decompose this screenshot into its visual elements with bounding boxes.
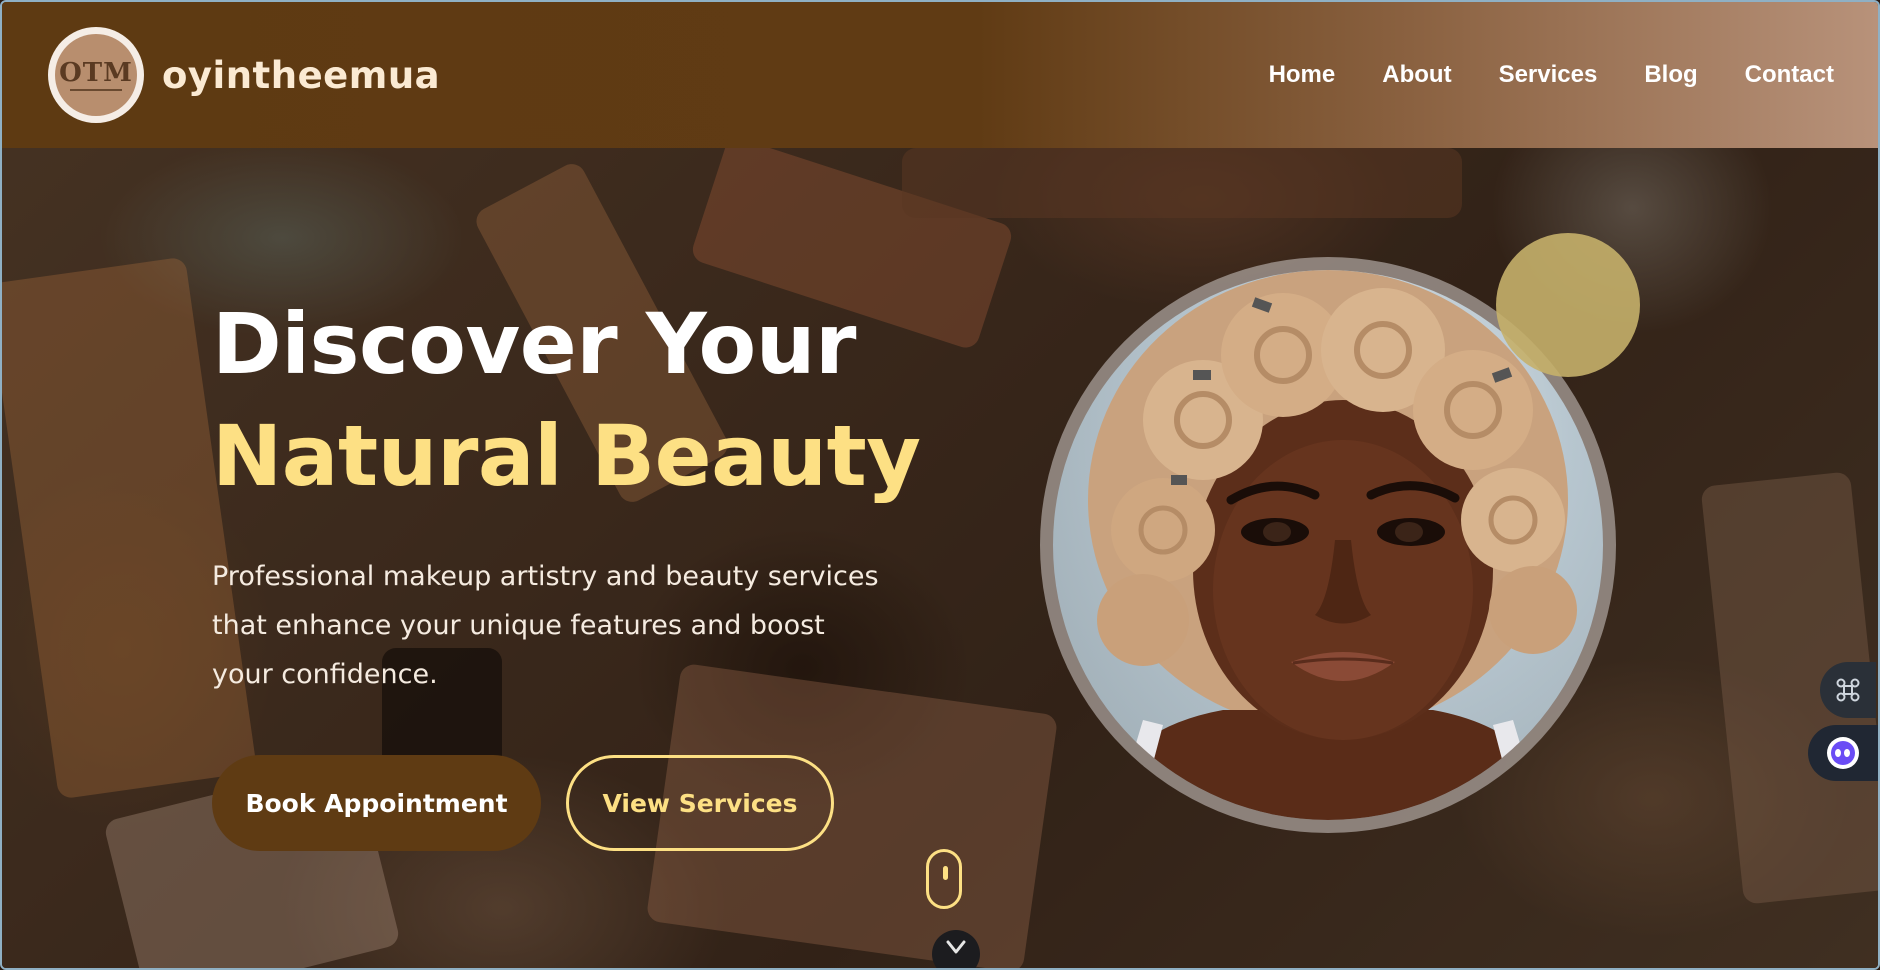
hero-section: Discover Your Natural Beauty Professiona… (2, 148, 1878, 968)
hero-description: Professional makeup artistry and beauty … (212, 561, 879, 690)
main-nav: Home About Services Blog Contact (1269, 61, 1834, 89)
nav-contact[interactable]: Contact (1745, 61, 1834, 89)
hero-content: Discover Your Natural Beauty Professiona… (212, 288, 921, 851)
logo-mark-text: OTM (59, 57, 133, 88)
book-appointment-button[interactable]: Book Appointment (212, 755, 541, 851)
view-services-button[interactable]: View Services (566, 755, 834, 851)
logo-underline (70, 88, 122, 91)
scroll-indicator (926, 849, 962, 909)
bg-makeup-item (902, 148, 1462, 218)
command-widget-button[interactable] (1820, 662, 1876, 718)
brand-name: oyintheemua (162, 53, 441, 97)
command-icon (1836, 678, 1860, 702)
assistant-widget-button[interactable] (1808, 725, 1878, 781)
hero-buttons: Book Appointment View Services (212, 755, 920, 851)
browser-viewport: OTM oyintheemua Home About Services Blog… (0, 0, 1880, 970)
logo-inner: OTM (55, 34, 137, 116)
hero-title-line2: Natural Beauty (212, 407, 921, 505)
assistant-bot-icon (1827, 737, 1859, 769)
chevron-down-icon (946, 940, 966, 954)
nav-about[interactable]: About (1382, 61, 1451, 89)
nav-home[interactable]: Home (1269, 61, 1336, 89)
logo-badge: OTM (48, 27, 144, 123)
mouse-scroll-icon (943, 866, 948, 880)
brand-logo-link[interactable]: OTM oyintheemua (48, 27, 440, 123)
site-header: OTM oyintheemua Home About Services Blog… (2, 2, 1878, 148)
hero-title-line1: Discover Your (212, 295, 856, 393)
nav-blog[interactable]: Blog (1644, 61, 1697, 89)
scroll-down-button[interactable] (932, 930, 980, 968)
decorative-yellow-circle (1496, 233, 1640, 377)
nav-services[interactable]: Services (1499, 61, 1598, 89)
